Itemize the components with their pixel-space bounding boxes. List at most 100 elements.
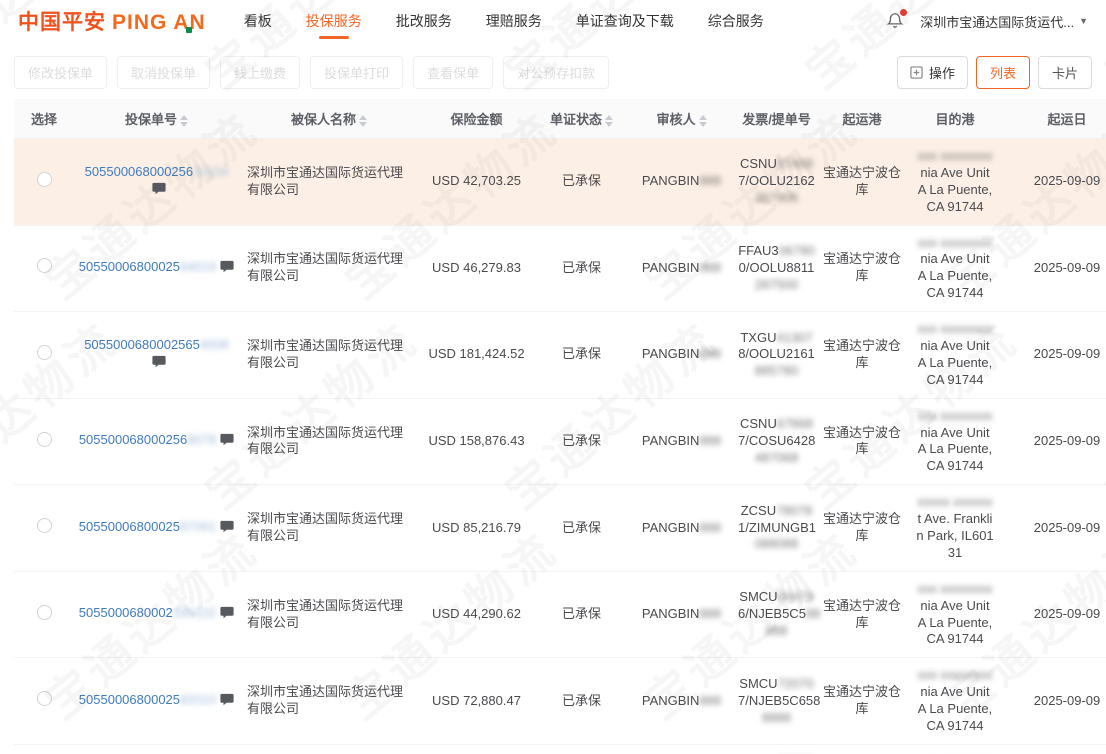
comment-bubble-icon[interactable] [220, 260, 234, 278]
row-radio-button[interactable] [37, 605, 52, 620]
nav-item-0[interactable]: 看板 [244, 1, 272, 41]
cell-select [14, 571, 74, 658]
cell-policy-number: 5055000680002564019 [74, 225, 239, 312]
policy-table: 选择 投保单号 被保人名称 保险金额单证状态审核人发票/提单号 起运港 目的港 起运日 50… [14, 99, 1106, 754]
redacted-text: xxx xxxxxxxx [917, 148, 992, 163]
toolbar-button-2[interactable]: 线上缴费 [220, 56, 300, 89]
redacted-text: 82010 [180, 692, 216, 707]
row-radio-button[interactable] [37, 432, 52, 447]
column-header-9: 起运日 [1005, 99, 1106, 139]
row-radio-button[interactable] [37, 258, 52, 273]
redacted-text: 888 [699, 606, 721, 621]
redacted-text: 888 [699, 520, 721, 535]
column-header-label: 选择 [31, 112, 57, 127]
toolbar-button-3[interactable]: 投保单打印 [310, 56, 403, 89]
nav-item-1[interactable]: 投保服务 [306, 1, 362, 41]
column-header-label: 投保单号 [125, 112, 177, 127]
redacted-text: 888 [699, 433, 721, 448]
policy-number-link[interactable]: 5055000680002587061 [79, 519, 216, 534]
cell-amount: USD 42,703.25 [419, 139, 534, 226]
sort-icon[interactable] [180, 115, 188, 127]
notification-dot [900, 9, 907, 16]
cell-status: 已承保 [534, 398, 629, 485]
cell-destination-port: x xx xxxxxxxxWay AvenelNJ 07001 [905, 744, 1005, 754]
table-row: 50550006800025631104深圳市宝通达国际货运代理有限公司USD … [14, 139, 1106, 226]
cell-departure-date: 2025-09-09 [1005, 139, 1106, 226]
operations-button[interactable]: 操作 [897, 56, 968, 89]
column-header-6: 发票/提单号 [734, 99, 819, 139]
view-toggle-list[interactable]: 列表 [976, 56, 1030, 89]
redacted-text: 87061 [180, 519, 216, 534]
cell-insured-name: 深圳市宝通达国际货运代理有限公司 [239, 225, 419, 312]
column-header-5[interactable]: 审核人 [629, 99, 734, 139]
comment-bubble-icon[interactable] [220, 433, 234, 451]
comment-bubble-icon[interactable] [152, 355, 166, 373]
cell-invoice-bl-number: SMCU004796/NJEB5C588888 [734, 571, 819, 658]
cell-insured-name: 深圳市宝通达国际货运代理有限公司 [239, 312, 419, 399]
policy-number-link[interactable]: 5055000680002569078 [79, 432, 216, 447]
view-toggle-card[interactable]: 卡片 [1038, 56, 1092, 89]
row-radio-button[interactable] [37, 518, 52, 533]
toolbar-button-0[interactable]: 修改投保单 [14, 56, 107, 89]
cell-select [14, 398, 74, 485]
notification-bell-icon[interactable] [886, 11, 906, 31]
sort-icon[interactable] [699, 115, 707, 127]
chevron-down-icon: ▼ [1079, 16, 1088, 26]
row-radio-button[interactable] [37, 691, 52, 706]
column-header-4[interactable]: 单证状态 [534, 99, 629, 139]
sort-icon[interactable] [359, 115, 367, 127]
cell-amount: USD 181,424.52 [419, 312, 534, 399]
account-company-name: 深圳市宝通达国际货运代... [920, 12, 1074, 31]
column-header-label: 起运港 [842, 112, 881, 127]
row-radio-button[interactable] [37, 345, 52, 360]
redacted-text: 367906 [755, 190, 798, 205]
comment-bubble-icon[interactable] [152, 182, 166, 200]
top-navbar: 中国平安 PING AN 看板投保服务批改服务理赔服务单证查询及下载综合服务 深… [0, 0, 1106, 42]
row-radio-button[interactable] [37, 172, 52, 187]
column-header-1[interactable]: 投保单号 [74, 99, 239, 139]
cell-policy-number: 5055000680002585000 [74, 744, 239, 754]
cell-amount: USD 46,279.83 [419, 225, 534, 312]
policy-number-link[interactable]: 5055000680002564019 [79, 259, 216, 274]
redacted-text: 41307 [776, 330, 812, 345]
cell-policy-number: 5055000680002582010 [74, 658, 239, 745]
cell-select [14, 744, 74, 754]
cell-reviewer: PANGBIN888 [629, 485, 734, 572]
comment-bubble-icon[interactable] [220, 520, 234, 538]
column-header-2[interactable]: 被保人名称 [239, 99, 419, 139]
column-header-label: 目的港 [935, 112, 974, 127]
column-header-label: 发票/提单号 [742, 112, 811, 127]
policy-number-link[interactable]: 5055000680002180102 [79, 605, 216, 620]
nav-item-2[interactable]: 批改服务 [396, 1, 452, 41]
cell-status: 已承保 [534, 658, 629, 745]
cell-amount: USD 72,880.47 [419, 658, 534, 745]
policy-number-link[interactable]: 5055000680002582010 [79, 692, 216, 707]
cell-invoice-bl-number: TXGU413078/OOLU2161885780 [734, 312, 819, 399]
account-company-dropdown[interactable]: 深圳市宝通达国际货运代... ▼ [920, 12, 1088, 31]
cell-status: 已承保 [534, 139, 629, 226]
nav-item-3[interactable]: 理赔服务 [486, 1, 542, 41]
comment-bubble-icon[interactable] [220, 606, 234, 624]
policy-number-link[interactable]: 50550006800025654008 [84, 337, 229, 352]
cell-departure-date: 2025-09-09 [1005, 398, 1106, 485]
column-header-label: 被保人名称 [291, 112, 356, 127]
comment-bubble-icon[interactable] [220, 693, 234, 711]
column-header-3: 保险金额 [419, 99, 534, 139]
table-row: 5055000680002582010深圳市宝通达国际货运代理有限公司USD 7… [14, 658, 1106, 745]
cell-destination-port: xxx xxxxxxxxnia Ave UnitA La Puente,CA 9… [905, 139, 1005, 226]
nav-item-4[interactable]: 单证查询及下载 [576, 1, 674, 41]
policy-number-link[interactable]: 50550006800025631104 [85, 164, 229, 179]
toolbar-button-4[interactable]: 查看保单 [413, 56, 493, 89]
cell-reviewer: PANGBIN888 [629, 398, 734, 485]
toolbar-button-1[interactable]: 取消投保单 [117, 56, 210, 89]
cell-reviewer: PANGBIN888 [629, 571, 734, 658]
sort-icon[interactable] [605, 115, 613, 127]
redacted-text: 888 [699, 346, 721, 361]
cell-invoice-bl-number: FFAU3067800/OOLU8811287500 [734, 225, 819, 312]
nav-item-5[interactable]: 综合服务 [708, 1, 764, 41]
toolbar-button-5[interactable]: 对公预存扣款 [503, 56, 609, 89]
cell-amount: USD 85,216.79 [419, 485, 534, 572]
redacted-text: xxx xxxxxxxx [917, 667, 992, 682]
cell-insured-name: 深圳市宝通达国际货运代理有限公司 [239, 485, 419, 572]
redacted-text: 888 [699, 693, 721, 708]
